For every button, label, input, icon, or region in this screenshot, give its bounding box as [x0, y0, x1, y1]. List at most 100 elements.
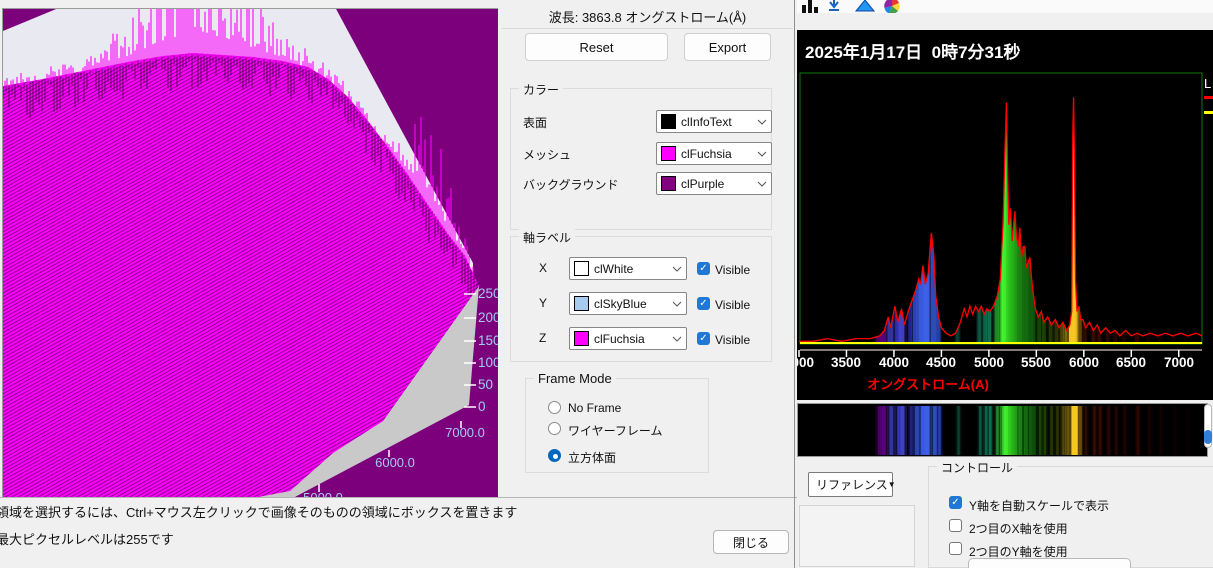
- download-arrow-icon[interactable]: [829, 0, 839, 11]
- z-axis-visible-label: Visible: [715, 333, 751, 347]
- second-x-axis-checkbox[interactable]: [949, 519, 962, 532]
- spectrum-plot-canvas: L: [798, 72, 1213, 357]
- surface-color-label: 表面: [523, 116, 548, 130]
- y-axis-color-label: Y: [539, 296, 548, 310]
- color-swatch: [574, 296, 589, 311]
- chevron-down-icon: [672, 336, 682, 342]
- wavelength-dialog: 7000.0 6000.0 5000.0 250 200 150 100 50 …: [0, 0, 797, 568]
- background-color-label: バックグラウンド: [523, 178, 619, 192]
- color-swatch: [661, 176, 676, 191]
- y-axis-visible-label: Visible: [715, 298, 751, 312]
- bar-chart-icon[interactable]: [802, 0, 818, 13]
- reference-dropdown[interactable]: リファレンス ▼: [808, 472, 896, 497]
- autoscale-checkbox[interactable]: ✓: [949, 496, 962, 509]
- status-line-2: 最大ピクセルレベルは255です: [0, 532, 174, 547]
- spectrum-strip-canvas: [798, 404, 1207, 456]
- rainbow-sphere-icon[interactable]: [884, 0, 900, 13]
- axis-group-title: 軸ラベル: [519, 229, 576, 246]
- clipped-bottom-button[interactable]: [968, 558, 1131, 568]
- x-axis-visible-checkbox[interactable]: ✓: [697, 262, 710, 275]
- chevron-down-icon: [672, 266, 682, 272]
- mesh-color-value: clFuchsia: [681, 146, 732, 161]
- spectrum-tick-label: 3500: [830, 355, 862, 370]
- title-separator: [502, 28, 793, 29]
- chevron-down-icon: [757, 119, 767, 125]
- z-axis-color-select[interactable]: clFuchsia: [569, 327, 687, 350]
- spectrum-tick-label: 3000: [797, 355, 815, 370]
- spectrum-tick-label: 4500: [925, 355, 957, 370]
- spectrum-axis-title: オングストローム(A): [867, 377, 989, 392]
- surface-plot-canvas: [3, 9, 498, 498]
- axis-label-group: 軸ラベル X clWhite ✓ Visible Y clSkyBlue ✓ V…: [510, 229, 772, 362]
- color-swatch: [661, 146, 676, 161]
- no-frame-radio[interactable]: [548, 401, 561, 414]
- surface-color-select[interactable]: clInfoText: [656, 110, 772, 133]
- spectrum-tick-label: 6000: [1068, 355, 1100, 370]
- control-group: コントロール ✓ Y軸を自動スケールで表示 2つ目のX軸を使用 2つ目のY軸を使…: [928, 459, 1213, 568]
- z-axis-tick-label: 0: [478, 399, 486, 414]
- datetime-label: 2025年1月17日 0時7分31秒: [805, 43, 1021, 62]
- close-button[interactable]: 閉じる: [713, 530, 789, 554]
- cube-face-radio[interactable]: [548, 449, 561, 462]
- cube-face-label: 立方体面: [568, 451, 617, 465]
- strip-scrollbar-thumb[interactable]: [1204, 430, 1212, 444]
- wireframe-label: ワイヤーフレーム: [568, 424, 663, 438]
- color-swatch: [574, 331, 589, 346]
- status-separator: [0, 497, 797, 498]
- spectrum-tick-label: 6500: [1115, 355, 1147, 370]
- color-group: カラー 表面 clInfoText メッシュ clFuchsia バックグラウン…: [510, 81, 772, 230]
- wireframe-radio[interactable]: [548, 422, 561, 435]
- no-frame-label: No Frame: [568, 401, 622, 415]
- y-axis-color-value: clSkyBlue: [594, 296, 647, 311]
- settings-pane: 波長: 3863.8 オングストローム(Å) Reset Export カラー …: [500, 0, 795, 497]
- second-x-axis-label: 2つ目のX軸を使用: [969, 522, 1068, 536]
- background-color-select[interactable]: clPurple: [656, 172, 772, 195]
- x-axis-color-label: X: [539, 261, 548, 275]
- background-color-value: clPurple: [681, 176, 725, 191]
- toolbar-icons: [802, 0, 900, 13]
- spectrum-panel: L 2025年1月17日 0時7分31秒 3000 3500 4000 4500…: [797, 0, 1213, 568]
- toolbar: [797, 0, 1213, 13]
- z-axis-color-value: clFuchsia: [594, 331, 645, 346]
- reset-button[interactable]: Reset: [525, 33, 668, 61]
- svg-text:L: L: [1204, 76, 1211, 91]
- chevron-down-icon: [672, 301, 682, 307]
- z-axis-tick-label: 250: [478, 286, 498, 301]
- color-swatch: [574, 261, 589, 276]
- color-group-title: カラー: [519, 81, 564, 98]
- export-button[interactable]: Export: [684, 33, 771, 61]
- y-axis-color-select[interactable]: clSkyBlue: [569, 292, 687, 315]
- z-axis-tick-label: 150: [478, 333, 498, 348]
- z-axis-tick-label: 100: [478, 355, 498, 370]
- chevron-down-icon: [757, 151, 767, 157]
- color-swatch: [661, 114, 676, 129]
- dropdown-arrow-icon: ▼: [887, 480, 896, 489]
- x-axis-color-select[interactable]: clWhite: [569, 257, 687, 280]
- spectrum-strip: [797, 403, 1208, 457]
- mesh-color-label: メッシュ: [523, 148, 572, 162]
- spectrum-plot-area[interactable]: L 2025年1月17日 0時7分31秒 3000 3500 4000 4500…: [797, 30, 1213, 400]
- status-line-1: 領域を選択するには、Ctrl+マウス左クリックで画像そのものの領域にボックスを置…: [0, 505, 518, 520]
- frame-mode-group: Frame Mode No Frame ワイヤーフレーム 立方体面: [525, 371, 709, 473]
- x-axis-color-value: clWhite: [594, 261, 634, 276]
- spectrum-tick-label: 7000: [1163, 355, 1195, 370]
- z-axis-tick-label: 50: [478, 377, 494, 392]
- z-axis-visible-checkbox[interactable]: ✓: [697, 332, 710, 345]
- surface-plot-3d[interactable]: 7000.0 6000.0 5000.0 250 200 150 100 50 …: [2, 8, 498, 498]
- triangle-icon[interactable]: [854, 0, 876, 12]
- spectrum-tick-label: 5500: [1020, 355, 1052, 370]
- mesh-color-select[interactable]: clFuchsia: [656, 142, 772, 165]
- second-y-axis-checkbox[interactable]: [949, 542, 962, 555]
- frame-mode-title: Frame Mode: [534, 371, 616, 386]
- screen: 7000.0 6000.0 5000.0 250 200 150 100 50 …: [0, 0, 1213, 568]
- dialog-right-edge: [794, 0, 795, 568]
- control-group-title: コントロール: [937, 459, 1018, 476]
- x-axis-visible-label: Visible: [715, 263, 751, 277]
- y-axis-visible-checkbox[interactable]: ✓: [697, 297, 710, 310]
- x-axis-tick-label: 7000.0: [445, 425, 485, 440]
- x-axis-tick-label: 6000.0: [375, 455, 415, 470]
- spectrum-tick-label: 5000: [973, 355, 1005, 370]
- z-axis-tick-label: 200: [478, 310, 498, 325]
- spectrum-tick-label: 4000: [878, 355, 910, 370]
- reference-subpanel: [799, 505, 915, 567]
